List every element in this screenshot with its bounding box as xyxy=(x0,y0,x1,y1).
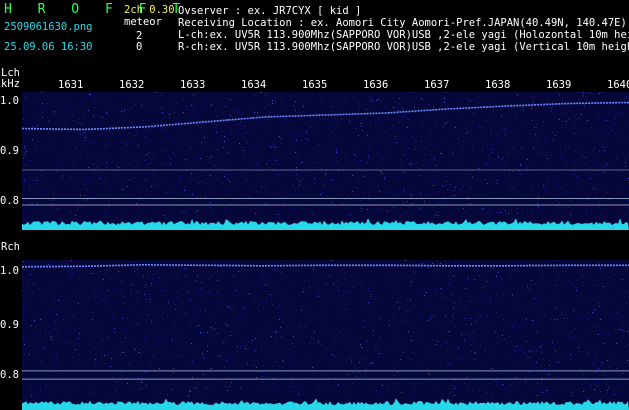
time-label-1638: 1638 xyxy=(485,79,511,91)
observer-info: Ovserver : ex. JR7CYX [ kid ] xyxy=(178,5,362,17)
time-label-1640: 1640 xyxy=(607,79,629,91)
time-label-1637: 1637 xyxy=(424,79,450,91)
rch-waterfall xyxy=(22,260,629,410)
lch-carrier-trace xyxy=(22,101,629,131)
time-label-1634: 1634 xyxy=(241,79,267,91)
lch-noise-floor xyxy=(22,218,629,230)
lch-ytick-0.8: 0.8 xyxy=(0,195,19,207)
meteor-count-r: 0 xyxy=(136,41,143,53)
time-label-1632: 1632 xyxy=(119,79,145,91)
rch-ytick-0.9: 0.9 xyxy=(0,319,19,331)
time-label-1633: 1633 xyxy=(180,79,206,91)
rch-ytick-1.0: 1.0 xyxy=(0,265,19,277)
version-label: 2ch 0.30 xyxy=(124,4,175,16)
rch-spectrogram xyxy=(22,260,629,410)
time-label-1636: 1636 xyxy=(363,79,389,91)
location-info: Receiving Location : ex. Aomori City Aom… xyxy=(178,17,627,29)
lch-spectrogram xyxy=(22,92,629,230)
rch-info: R-ch:ex. UV5R 113.900Mhz(SAPPORO VOR)USB… xyxy=(178,41,629,53)
rch-carrier-trace xyxy=(22,263,629,268)
lch-unit: kHz xyxy=(1,78,20,90)
rch-noise-floor xyxy=(22,398,629,410)
lch-noise xyxy=(22,92,629,216)
meteor-label: meteor xyxy=(124,16,162,28)
lch-ytick-0.9: 0.9 xyxy=(0,145,19,157)
rch-ytick-0.8: 0.8 xyxy=(0,369,19,381)
time-label-1639: 1639 xyxy=(546,79,572,91)
lch-ytick-1.0: 1.0 xyxy=(0,95,19,107)
filename-label: 2509061630.png xyxy=(4,21,93,33)
lch-waterfall xyxy=(22,92,629,230)
time-label-1635: 1635 xyxy=(302,79,328,91)
rch-noise xyxy=(22,260,629,396)
lch-info: L-ch:ex. UV5R 113.900Mhz(SAPPORO VOR)USB… xyxy=(178,29,629,41)
datetime-label: 25.09.06 16:30 xyxy=(4,41,93,53)
rch-label: Rch xyxy=(1,241,20,253)
time-label-1631: 1631 xyxy=(58,79,84,91)
